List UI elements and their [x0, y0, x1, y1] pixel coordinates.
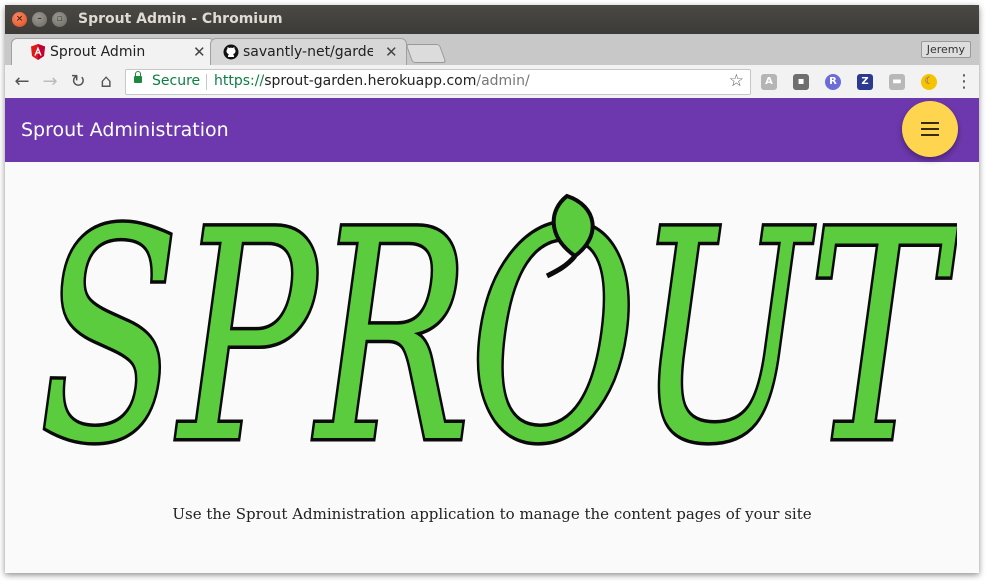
extension-icon[interactable]: ▪: [793, 74, 809, 90]
window-minimize-button[interactable]: –: [32, 12, 47, 27]
url-path: /admin/: [476, 73, 530, 89]
hamburger-icon-line: [921, 134, 939, 136]
extension-r-icon[interactable]: R: [825, 74, 841, 90]
angular-icon: [31, 44, 45, 60]
github-icon: [223, 44, 239, 60]
new-tab-button[interactable]: [405, 44, 447, 63]
bookmark-star-icon[interactable]: ☆: [729, 71, 744, 91]
url-host: sprout-garden.herokuapp.com: [264, 73, 477, 89]
hamburger-icon-line: [921, 128, 939, 130]
extension-screen-icon[interactable]: ▬: [889, 74, 905, 90]
browser-toolbar: ← → ↻ ⌂ Secure https://sprout-garden.her…: [5, 65, 979, 99]
window-title: Sprout Admin - Chromium: [78, 11, 283, 27]
tab-strip: Sprout Admin ✕ savantly-net/garde ✕ Jere…: [5, 34, 979, 66]
browser-menu-icon[interactable]: ⋮: [955, 71, 973, 92]
app-toolbar: Sprout Administration: [5, 98, 979, 162]
window-maximize-button[interactable]: ▫: [52, 12, 67, 27]
menu-fab-button[interactable]: [902, 101, 958, 157]
separator: [206, 74, 207, 90]
tab-github[interactable]: savantly-net/garde ✕: [210, 38, 407, 66]
main-content: SPROUT Use the Sprout Administration app…: [5, 162, 979, 573]
extension-z-icon[interactable]: Z: [857, 74, 873, 90]
tab-sprout-admin[interactable]: Sprout Admin ✕: [11, 38, 215, 66]
app-title: Sprout Administration: [21, 119, 229, 141]
address-bar[interactable]: Secure https://sprout-garden.herokuapp.c…: [125, 69, 751, 95]
home-icon[interactable]: ⌂: [95, 71, 117, 92]
secure-label: Secure: [152, 73, 201, 89]
url-scheme: https://: [214, 73, 265, 89]
hamburger-icon: [921, 122, 939, 124]
close-tab-icon[interactable]: ✕: [193, 43, 206, 61]
lock-icon: [134, 71, 142, 83]
extension-moon-icon[interactable]: ☾: [921, 74, 937, 90]
window-close-button[interactable]: ×: [12, 12, 27, 27]
back-icon[interactable]: ←: [11, 71, 33, 92]
sprout-logo: SPROUT: [36, 176, 958, 476]
browser-window: × – ▫ Sprout Admin - Chromium Sprout Adm…: [5, 5, 979, 573]
tab-label: Sprout Admin: [50, 44, 146, 60]
profile-button[interactable]: Jeremy: [920, 41, 971, 58]
tab-label: savantly-net/garde: [243, 44, 373, 60]
forward-icon[interactable]: →: [39, 71, 61, 92]
title-bar: × – ▫ Sprout Admin - Chromium: [5, 5, 979, 34]
url-text[interactable]: https://sprout-garden.herokuapp.com/admi…: [214, 73, 530, 89]
sprout-logo-text: SPROUT: [40, 176, 958, 476]
reload-icon[interactable]: ↻: [67, 71, 89, 92]
close-tab-icon[interactable]: ✕: [385, 43, 398, 61]
tagline: Use the Sprout Administration applicatio…: [172, 505, 812, 523]
angular-extension-icon[interactable]: A: [761, 74, 777, 90]
